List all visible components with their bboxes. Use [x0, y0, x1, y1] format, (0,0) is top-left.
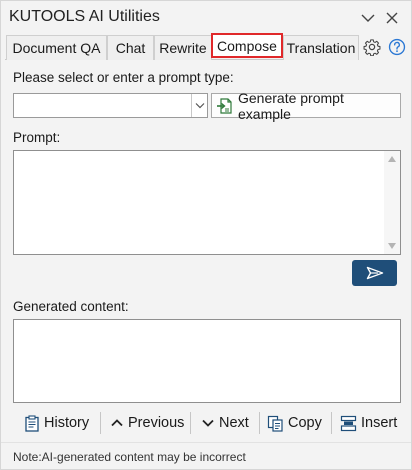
- next-button[interactable]: Next: [201, 408, 249, 438]
- prompt-type-label: Please select or enter a prompt type:: [13, 70, 234, 85]
- generate-prompt-example-label: Generate prompt example: [238, 89, 344, 122]
- previous-button[interactable]: Previous: [110, 408, 184, 438]
- bottom-toolbar: History Previous Next Copy Insert: [13, 408, 401, 438]
- collapse-button[interactable]: [357, 7, 379, 29]
- prompt-type-combobox[interactable]: [13, 93, 208, 118]
- prompt-type-input[interactable]: [14, 94, 191, 117]
- title-bar: KUTOOLS AI Utilities: [1, 1, 411, 35]
- tab-translation[interactable]: Translation: [283, 35, 359, 60]
- tab-strip: Document QA Chat Rewrite Compose Transla…: [1, 33, 411, 61]
- help-button[interactable]: [387, 37, 407, 57]
- prompt-type-dropdown-button[interactable]: [191, 94, 207, 117]
- footer-divider: [1, 442, 411, 443]
- toolbar-separator: [259, 412, 260, 434]
- tab-chat[interactable]: Chat: [107, 35, 154, 60]
- chevron-up-icon: [110, 418, 124, 428]
- chevron-down-icon: [201, 418, 215, 428]
- send-icon: [366, 266, 383, 280]
- toolbar-separator: [331, 412, 332, 434]
- close-button[interactable]: [381, 7, 403, 29]
- prompt-label: Prompt:: [13, 130, 61, 145]
- tab-compose[interactable]: Compose: [211, 33, 283, 58]
- send-button[interactable]: [352, 260, 397, 286]
- generated-content-textarea[interactable]: [13, 319, 401, 403]
- tab-document-qa[interactable]: Document QA: [6, 35, 107, 60]
- help-icon: [388, 38, 406, 56]
- copy-button[interactable]: Copy: [267, 408, 322, 438]
- generate-prompt-example-button[interactable]: Generate prompt example: [211, 90, 401, 122]
- chevron-down-icon: [361, 14, 375, 22]
- scroll-up-arrow[interactable]: [388, 156, 396, 162]
- previous-label: Previous: [128, 415, 185, 431]
- close-icon: [386, 12, 398, 24]
- gear-icon: [363, 39, 381, 56]
- history-label: History: [44, 415, 90, 431]
- generated-content-label: Generated content:: [13, 299, 129, 314]
- insert-icon: [340, 415, 357, 432]
- history-icon: [24, 414, 40, 432]
- history-button[interactable]: History: [24, 408, 89, 438]
- import-document-icon: [216, 97, 234, 115]
- settings-button[interactable]: [362, 37, 382, 57]
- chevron-down-icon: [195, 103, 204, 109]
- toolbar-separator: [190, 412, 191, 434]
- copy-icon: [267, 415, 284, 432]
- ai-utilities-pane: KUTOOLS AI Utilities Document QA Chat Re…: [0, 0, 412, 470]
- insert-button[interactable]: Insert: [340, 408, 397, 438]
- toolbar-separator: [100, 412, 101, 434]
- prompt-textarea[interactable]: [13, 150, 401, 255]
- tab-rewrite[interactable]: Rewrite: [154, 35, 212, 60]
- next-label: Next: [219, 415, 249, 431]
- prompt-scrollbar[interactable]: [384, 151, 400, 254]
- pane-title: KUTOOLS AI Utilities: [9, 8, 160, 25]
- scroll-down-arrow[interactable]: [388, 243, 396, 249]
- insert-label: Insert: [361, 415, 398, 431]
- copy-label: Copy: [288, 415, 322, 431]
- ai-disclaimer-note: Note:AI-generated content may be incorre…: [13, 450, 246, 464]
